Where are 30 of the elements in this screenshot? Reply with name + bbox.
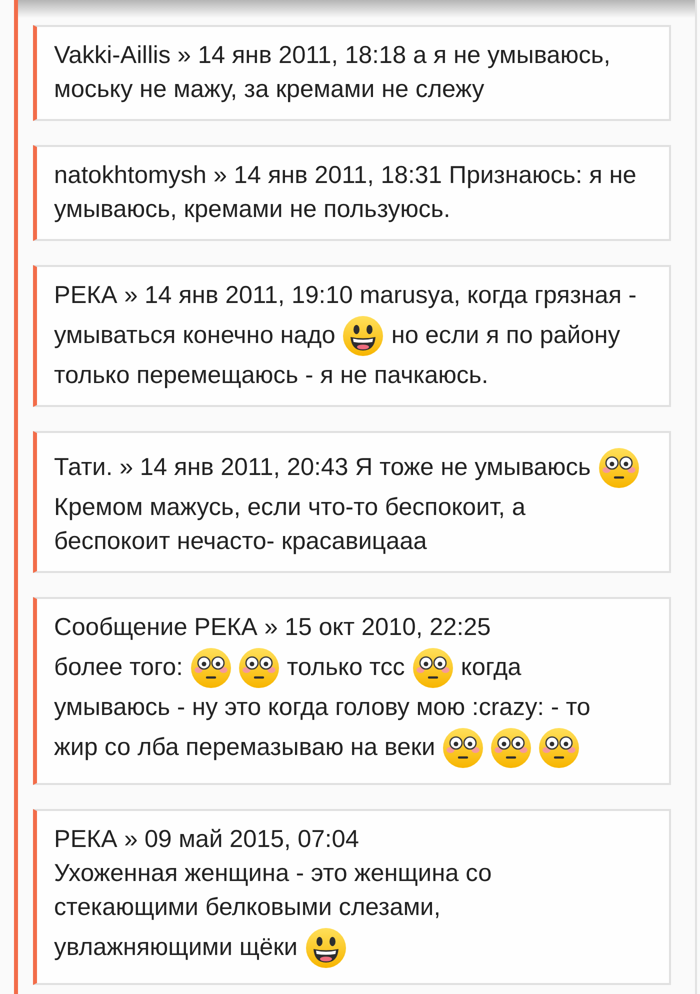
post-text: когда: [460, 653, 522, 683]
post-text: умываться конечно надо: [54, 321, 336, 351]
grinning-face-icon: [306, 928, 346, 968]
flushed-face-icon: [539, 728, 580, 768]
flushed-face-icon: [443, 728, 484, 768]
post-text: только перемещаюсь - я не пачкаюсь.: [54, 361, 488, 391]
post-text: Тати. » 14 янв 2011, 20:43 Я тоже не умываюсь: [54, 453, 591, 483]
post-text: Сообщение РЕКА » 15 окт 2010, 22:25: [54, 613, 491, 643]
post-text: только тсс: [286, 653, 405, 683]
post-text: РЕКА » 14 янв 2011, 19:10 marusya, когда грязная -: [54, 281, 637, 311]
post-text: Ухоженная женщина - это женщина со: [54, 859, 492, 889]
post-text: умываюсь - ну это когда голову мою :crazy: - то: [54, 693, 590, 723]
post-text: беспокоит нечасто- красавицааа: [54, 527, 427, 557]
post-text: умываюсь, кремами не пользуюсь.: [54, 195, 450, 225]
flushed-face-icon: [491, 728, 532, 768]
post-text: более того:: [54, 653, 183, 683]
post-text: моську не мажу, за кремами не слежу: [54, 75, 484, 105]
flushed-face-icon: [190, 648, 231, 688]
post-text: жир со лба перемазываю на веки: [54, 733, 436, 763]
post-text: Кремом мажусь, если что-то беспокоит, а: [54, 493, 526, 523]
flushed-face-icon: [412, 648, 453, 688]
grinning-face-icon: [343, 316, 384, 356]
post-text: стекающими белковыми слезами,: [54, 893, 441, 923]
post-text: увлажняющими щёки: [54, 933, 298, 963]
flushed-face-icon: [238, 648, 279, 688]
post-text: но если я по району: [391, 321, 620, 351]
flushed-face-icon: [598, 448, 639, 488]
post-text: natokhtomysh » 14 янв 2011, 18:31 Признаюсь: я не: [54, 161, 636, 191]
post-text: РЕКА » 09 май 2015, 07:04: [54, 825, 359, 855]
post-text: Vakki-Aillis » 14 янв 2011, 18:18 а я не умываюсь,: [54, 41, 610, 71]
